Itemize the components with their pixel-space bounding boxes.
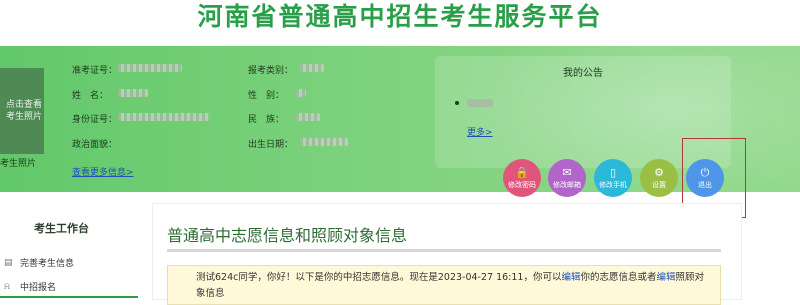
message-text: 你的志愿信息或者 <box>580 272 657 283</box>
mail-action-button[interactable]: ✉ 修改邮箱 <box>548 159 586 197</box>
action-button-label: 设置 <box>652 181 666 189</box>
sidebar-item-label: 中招报名 <box>20 283 57 293</box>
site-title: 河南省普通高中招生考生服务平台 <box>197 2 603 31</box>
lock-icon: 🔒 <box>515 166 529 179</box>
edit-preferences-link[interactable]: 编辑 <box>561 272 580 283</box>
ethnicity-label: 民 族： <box>248 115 285 125</box>
sidebar-title: 考生工作台 <box>34 222 89 235</box>
gear-action-button[interactable]: ⚙ 设置 <box>640 159 678 197</box>
exam-number-value-redacted <box>118 64 182 72</box>
id-number-label: 身份证号： <box>72 115 118 125</box>
notice-item-redacted <box>467 98 493 107</box>
phone-icon: ▯ <box>609 166 617 179</box>
exam-category-value-redacted <box>300 64 324 72</box>
mail-icon: ✉ <box>562 166 572 179</box>
action-button-label: 修改手机 <box>599 181 627 189</box>
notice-more-link[interactable]: 更多> <box>467 125 493 138</box>
status-message: 测试624c同学，你好！以下是你的中招志愿信息。现在是2023-04-27 16… <box>167 265 721 305</box>
bullet-icon <box>455 100 459 105</box>
sidebar-item-label: 完善考生信息 <box>20 259 75 269</box>
phone-action-button[interactable]: ▯ 修改手机 <box>594 159 632 197</box>
sidebar-item-registration[interactable]: ⍾ 中招报名 <box>4 280 57 294</box>
id-card-icon: ▤ <box>4 257 13 268</box>
exam-number-label: 准考证号： <box>72 66 118 76</box>
notice-item[interactable] <box>455 98 493 108</box>
edit-care-info-link[interactable]: 编辑 <box>657 272 676 283</box>
sidebar-item-complete-info[interactable]: ▤ 完善考生信息 <box>4 256 75 270</box>
bell-icon: ⍾ <box>4 281 10 292</box>
ethnicity-value-redacted <box>296 113 320 121</box>
birth-date-label: 出生日期： <box>248 140 294 150</box>
name-label: 姓 名： <box>72 91 109 101</box>
photo-caption: 考生照片 <box>0 159 37 169</box>
gear-icon: ⚙ <box>654 166 664 179</box>
exam-category-label: 报考类别： <box>248 66 294 76</box>
political-status-label: 政治面貌： <box>72 140 118 150</box>
birth-date-value-redacted <box>300 138 348 146</box>
sidebar-active-indicator <box>0 296 138 298</box>
profile-banner: 点击查看考生照片 考生照片 准考证号： 报考类别： 姓 名： 性 别： 身份证号… <box>0 46 800 192</box>
lock-action-button[interactable]: 🔒 修改密码 <box>503 159 541 197</box>
name-value-redacted <box>118 89 148 97</box>
student-photo-placeholder[interactable]: 点击查看考生照片 <box>0 68 44 154</box>
id-number-value-redacted <box>118 113 210 121</box>
more-info-link[interactable]: 查看更多信息> <box>72 165 134 178</box>
gender-label: 性 别： <box>248 91 285 101</box>
action-button-label: 修改邮箱 <box>553 181 581 189</box>
notice-title: 我的公告 <box>563 68 603 79</box>
message-text: 测试624c同学，你好！以下是你的中招志愿信息。现在是2023-04-27 16… <box>196 272 562 283</box>
title-divider <box>167 249 721 252</box>
main-panel: 普通高中志愿信息和照顾对象信息 测试624c同学，你好！以下是你的中招志愿信息。… <box>152 203 742 305</box>
action-button-label: 修改密码 <box>508 181 536 189</box>
gender-value-redacted <box>296 89 306 97</box>
page-title: 普通高中志愿信息和照顾对象信息 <box>167 226 408 245</box>
